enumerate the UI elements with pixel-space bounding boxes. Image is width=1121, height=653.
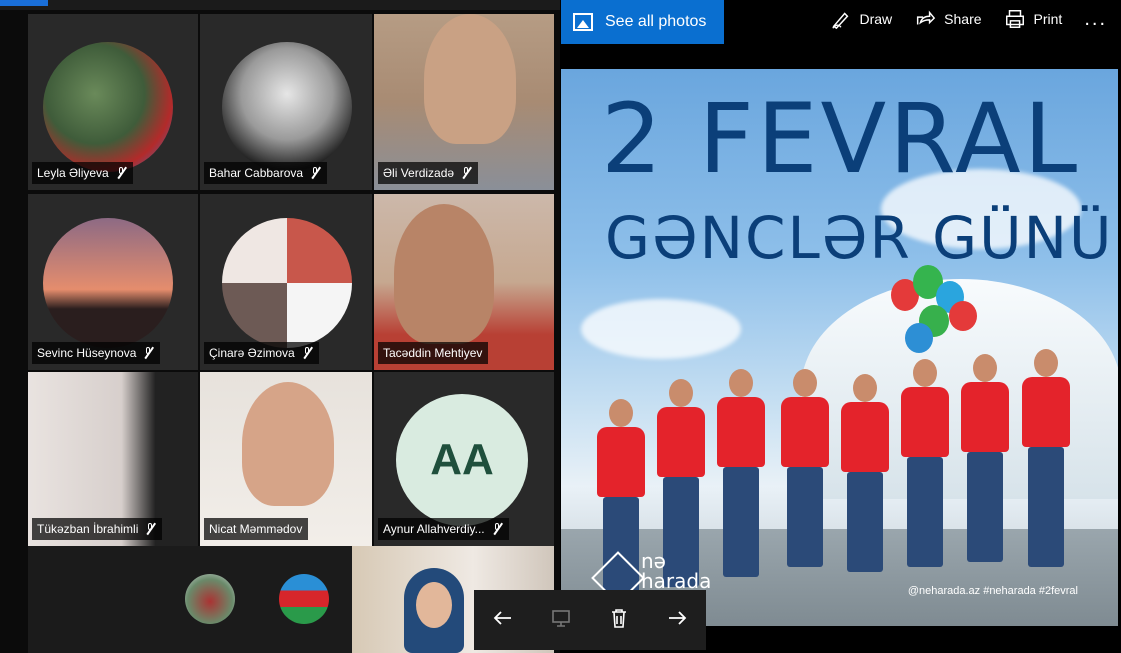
avatar: [43, 42, 173, 172]
participant-tile-2[interactable]: Bahar Cabbarova: [200, 14, 372, 190]
previous-button[interactable]: [491, 606, 515, 635]
avatar[interactable]: [279, 574, 329, 624]
video-face: [416, 582, 452, 628]
photo-hashtags: @neharada.az #neharada #2fevral: [907, 585, 1078, 597]
mic-off-icon: [301, 347, 313, 359]
mic-off-icon: [142, 347, 154, 359]
share-button[interactable]: Share: [914, 8, 982, 30]
next-button[interactable]: [665, 606, 689, 635]
participant-name-tag: Aynur Allahverdiy...: [378, 518, 509, 540]
participant-name: Aynur Allahverdiy...: [383, 522, 485, 536]
participant-tile-9[interactable]: AA Aynur Allahverdiy...: [374, 372, 554, 546]
person: [711, 369, 771, 579]
cloud: [581, 299, 741, 359]
video-feed: [242, 382, 334, 506]
displayed-photo[interactable]: 2 FEVRAL GƏNCLƏR GÜNÜ nə harada @neharada…: [561, 69, 1118, 626]
call-top-strip: [0, 0, 560, 10]
participant-name-tag: Sevinc Hüseynova: [32, 342, 161, 364]
avatar: [222, 218, 352, 348]
printer-icon: [1005, 10, 1024, 28]
person: [1016, 349, 1076, 569]
person: [776, 369, 834, 569]
more-options-button[interactable]: ...: [1084, 8, 1107, 31]
participant-name-tag: Çinarə Əzimova: [204, 342, 319, 364]
participant-tile-4[interactable]: Sevinc Hüseynova: [28, 194, 198, 370]
participant-name: Bahar Cabbarova: [209, 166, 304, 180]
logo-line-1: nə: [641, 549, 666, 573]
active-indicator: [0, 0, 48, 6]
video-call-panel: Leyla Əliyeva Bahar Cabbarova Əli Verdiz…: [0, 0, 560, 653]
arrow-left-icon: [493, 610, 511, 625]
mic-off-icon: [309, 167, 321, 179]
photo-icon: [573, 13, 593, 31]
person: [956, 354, 1014, 564]
participant-name: Nicat Məmmədov: [209, 522, 303, 536]
photo-headline: 2 FEVRAL: [601, 83, 1081, 195]
avatar: [222, 42, 352, 172]
initials-avatar: AA: [396, 394, 528, 526]
balloon: [905, 323, 933, 353]
balloon: [949, 301, 977, 331]
print-button[interactable]: Print: [1004, 8, 1063, 30]
share-icon: [917, 10, 936, 25]
draw-label: Draw: [859, 11, 893, 27]
draw-button[interactable]: Draw: [830, 8, 893, 30]
mic-off-icon: [144, 523, 156, 535]
participant-tile-5[interactable]: Çinarə Əzimova: [200, 194, 372, 370]
participant-name-tag: Tükəzban İbrahimli: [32, 518, 163, 540]
mic-off-icon: [115, 167, 127, 179]
viewer-nav-bar: [474, 590, 706, 650]
participant-name: Tükəzban İbrahimli: [37, 522, 139, 536]
participant-grid: Leyla Əliyeva Bahar Cabbarova Əli Verdiz…: [28, 14, 554, 546]
pen-icon: [831, 12, 848, 30]
video-feed: [394, 204, 494, 344]
person: [896, 359, 954, 569]
participant-name: Əli Verdizadə: [383, 166, 455, 180]
see-all-photos-button[interactable]: See all photos: [561, 0, 724, 44]
person: [836, 374, 894, 574]
logo-line-2: harada: [641, 569, 712, 593]
participant-name-tag: Bahar Cabbarova: [204, 162, 328, 184]
avatar: [43, 218, 173, 348]
delete-button[interactable]: [607, 606, 631, 635]
participant-name: Çinarə Əzimova: [209, 346, 295, 360]
logo-text: nə harada: [641, 551, 711, 591]
participant-name: Tacəddin Mehtiyev: [383, 346, 483, 360]
participant-name-tag: Leyla Əliyeva: [32, 162, 133, 184]
video-feed: [424, 14, 516, 144]
participant-name-tag: Tacəddin Mehtiyev: [378, 342, 489, 364]
viewer-toolbar: Draw Share Print ...: [830, 6, 1108, 32]
participant-name: Leyla Əliyeva: [37, 166, 109, 180]
participant-tile-6[interactable]: Tacəddin Mehtiyev: [374, 194, 554, 370]
participant-tile-1[interactable]: Leyla Əliyeva: [28, 14, 198, 190]
participant-tile-3[interactable]: Əli Verdizadə: [374, 14, 554, 190]
print-label: Print: [1033, 11, 1063, 27]
slideshow-button[interactable]: [549, 606, 573, 635]
participant-tile-7[interactable]: Tükəzban İbrahimli: [28, 372, 198, 546]
photo-viewer: See all photos Draw Share Print ... 2 FE…: [561, 0, 1121, 653]
participant-tile-8[interactable]: Nicat Məmmədov: [200, 372, 372, 546]
participant-name-tag: Əli Verdizadə: [378, 162, 479, 184]
photo-subheadline: GƏNCLƏR GÜNÜ: [605, 204, 1114, 272]
arrow-right-icon: [669, 610, 687, 625]
avatar[interactable]: [185, 574, 235, 624]
see-all-label: See all photos: [605, 13, 707, 30]
mic-off-icon: [460, 167, 472, 179]
participant-name: Sevinc Hüseynova: [37, 346, 137, 360]
slideshow-icon: [552, 609, 570, 627]
mic-off-icon: [491, 523, 503, 535]
trash-icon: [612, 608, 626, 628]
share-label: Share: [944, 11, 982, 27]
participant-name-tag: Nicat Məmmədov: [204, 518, 309, 540]
